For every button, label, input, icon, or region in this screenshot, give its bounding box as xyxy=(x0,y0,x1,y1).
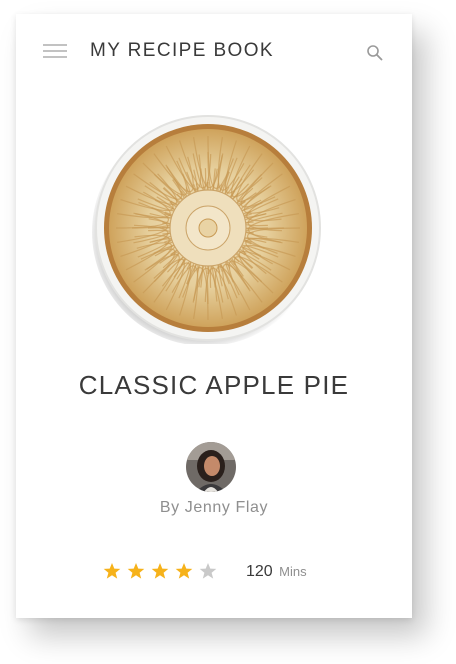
cook-time-unit: Mins xyxy=(279,564,307,579)
star-filled-icon[interactable] xyxy=(151,562,169,580)
apple-pie-image xyxy=(92,112,324,346)
cook-time-value: 120 xyxy=(246,563,273,580)
author-name[interactable]: By Jenny Flay xyxy=(16,499,412,517)
recipe-title: CLASSIC APPLE PIE xyxy=(78,370,350,400)
star-empty-icon[interactable] xyxy=(199,562,217,580)
app-title: MY RECIPE BOOK xyxy=(90,40,274,61)
star-filled-icon[interactable] xyxy=(127,562,145,580)
star-filled-icon[interactable] xyxy=(103,562,121,580)
search-icon[interactable] xyxy=(366,44,384,62)
star-rating[interactable] xyxy=(103,562,217,580)
star-filled-icon[interactable] xyxy=(175,562,193,580)
cook-time: 120 Mins xyxy=(246,563,307,581)
recipe-card: MY RECIPE BOOK CLASSIC APPLE PIE By Jenn… xyxy=(16,14,412,618)
author-avatar[interactable] xyxy=(186,442,236,492)
hamburger-menu-icon[interactable] xyxy=(43,44,67,60)
